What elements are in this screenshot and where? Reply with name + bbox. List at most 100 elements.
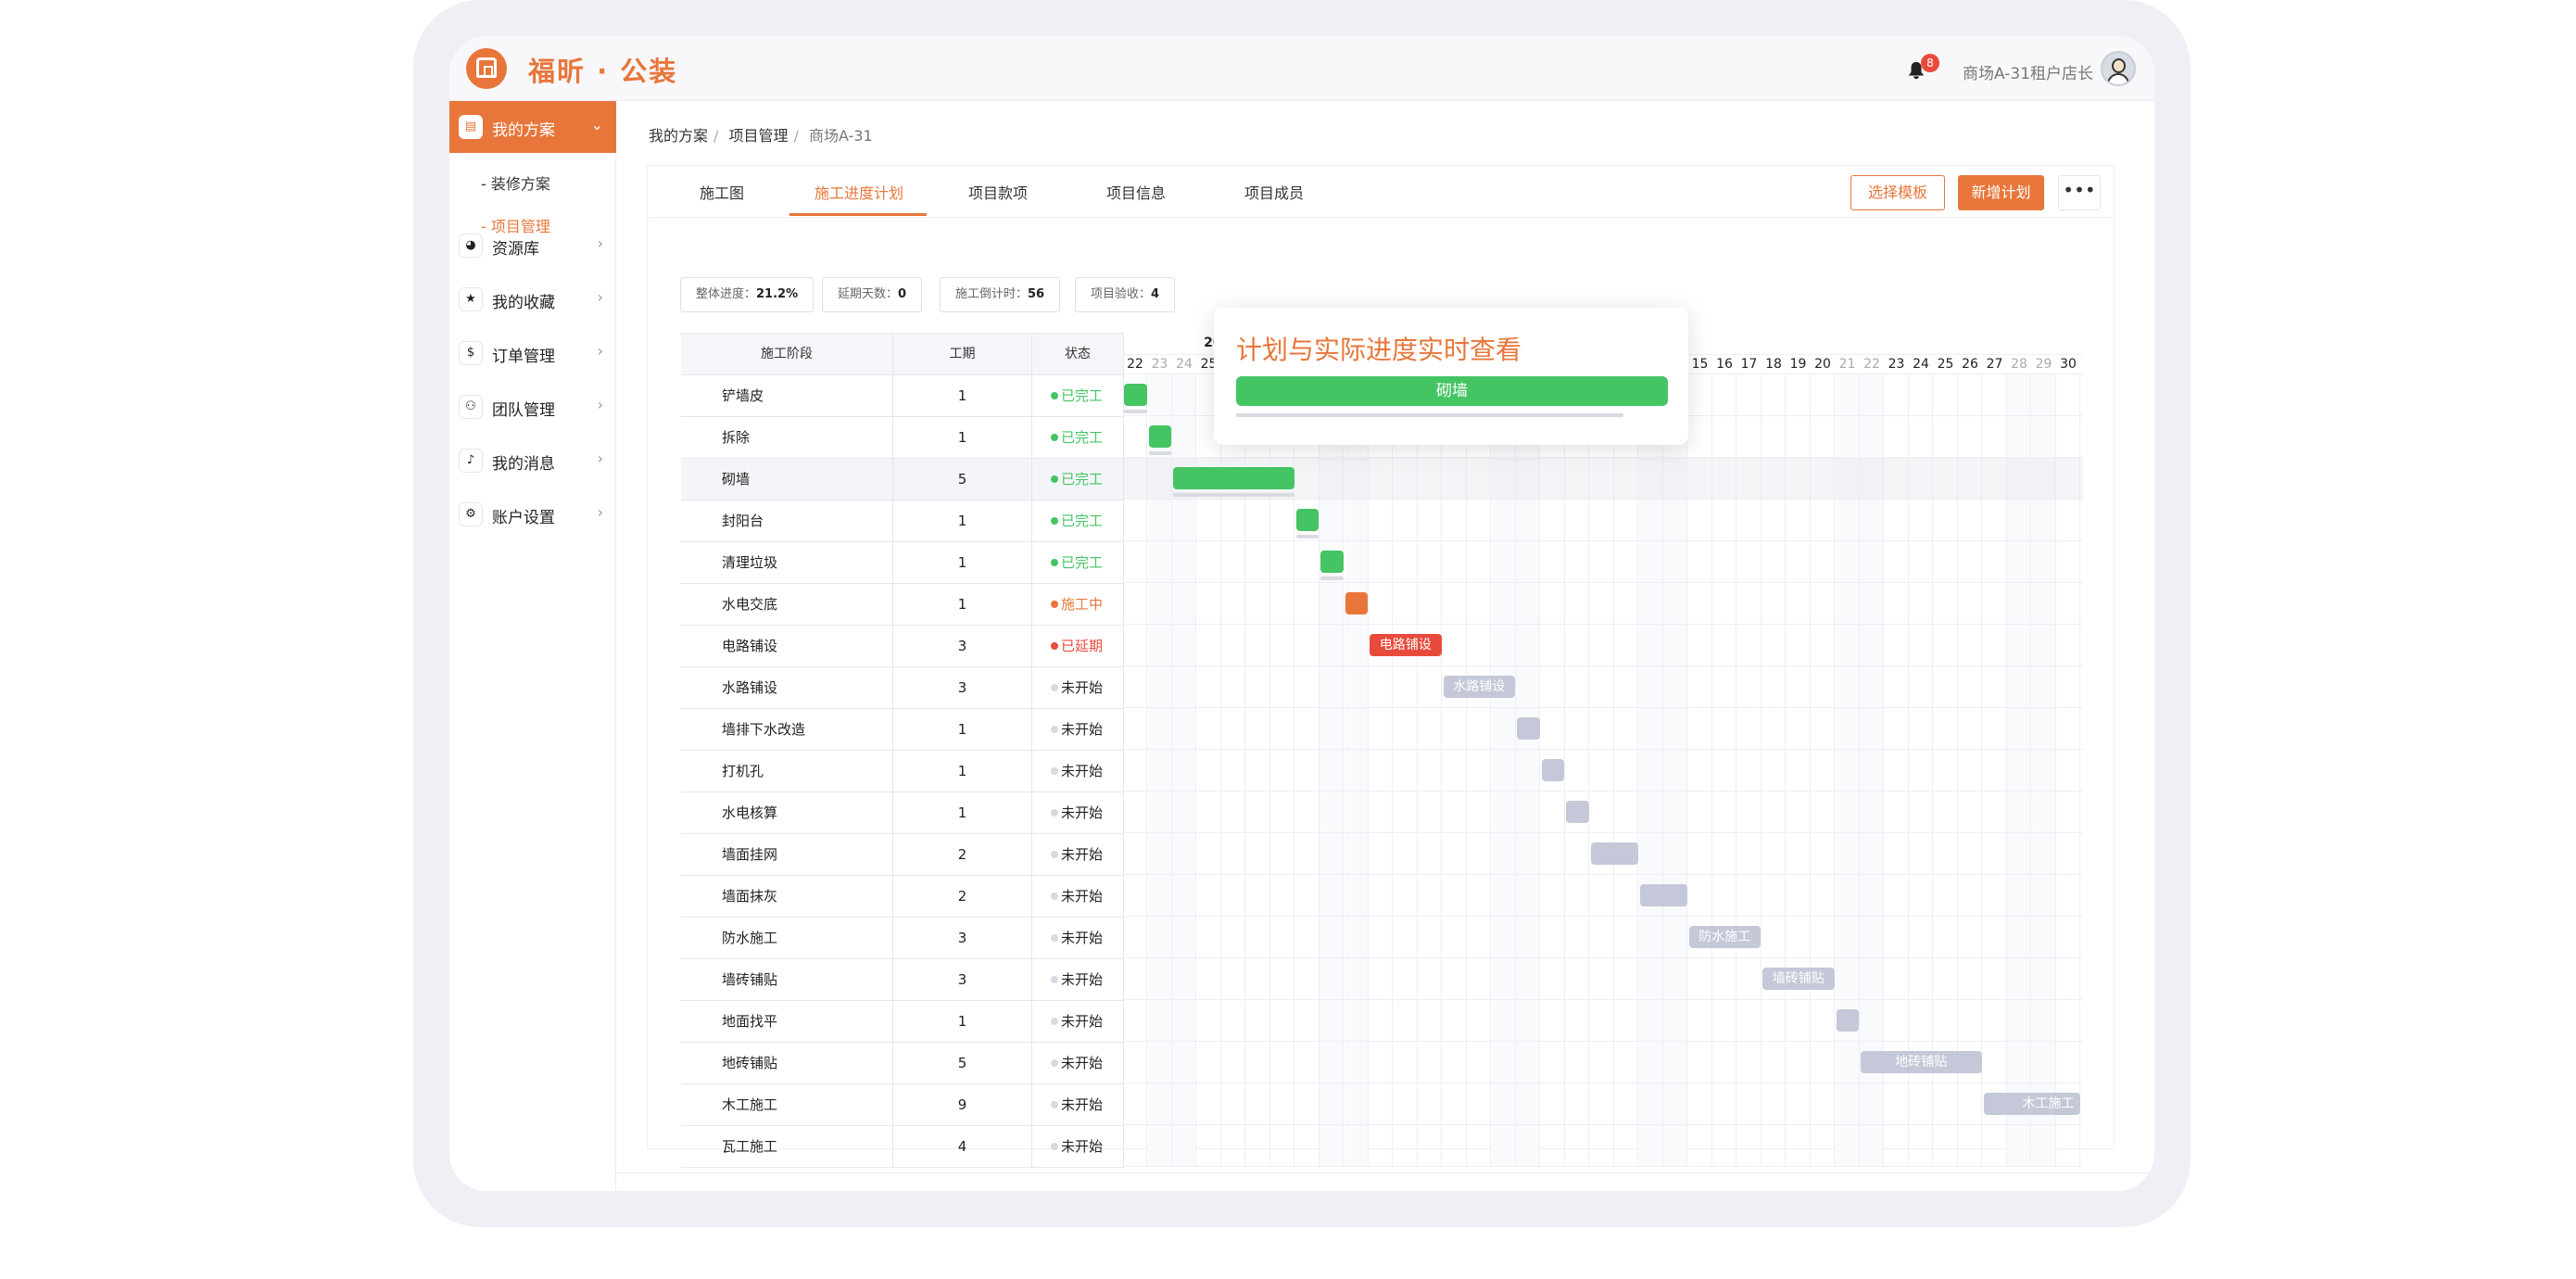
task-table: 施工阶段 工期 状态 铲墙皮 1 已完工 拆除 1 已完工 砌墙 5 已完工 封阳台 1 已完工 清理垃…: [680, 333, 1124, 1168]
status-dot-icon: [1051, 1101, 1058, 1108]
user-name[interactable]: 商场A-31租户店长: [1963, 60, 2093, 83]
table-row: 墙排下水改造 1 未开始: [681, 709, 1124, 751]
status-text: 未开始: [1061, 846, 1104, 863]
avatar[interactable]: [2101, 51, 2136, 86]
status-text: 已完工: [1061, 387, 1104, 404]
gantt-bar[interactable]: [1320, 551, 1344, 573]
select-template-button[interactable]: 选择模板: [1850, 175, 1945, 210]
tab-payments[interactable]: 项目款项: [968, 181, 1028, 203]
breadcrumb-current: 商场A-31: [809, 127, 873, 145]
gantt-bar[interactable]: [1541, 759, 1564, 781]
gantt-bar[interactable]: 水路铺设: [1443, 676, 1515, 698]
table-row: 水电核算 1 未开始: [681, 792, 1124, 834]
top-header: 福昕 · 公装 8 商场A-31租户店长: [449, 36, 2154, 101]
sidebar-item-my-plans[interactable]: ▤ 我的方案 ⌄: [449, 101, 616, 153]
sidebar-subitem[interactable]: - 项目管理: [481, 214, 550, 236]
gantt-bar[interactable]: [1836, 1009, 1859, 1032]
gantt-bar[interactable]: [1148, 425, 1171, 448]
day-label: 24: [1913, 357, 1929, 372]
status-text: 已完工: [1061, 429, 1104, 446]
tab-construction-drawing[interactable]: 施工图: [700, 181, 744, 203]
table-row: 电路铺设 3 已延期: [681, 626, 1124, 667]
day-label: 19: [1789, 357, 1807, 372]
sidebar-item-team[interactable]: ⚇ 团队管理 ›: [449, 383, 616, 427]
stage-status: 未开始: [1032, 792, 1124, 834]
tab-members[interactable]: 项目成员: [1244, 181, 1304, 203]
gantt-bar[interactable]: [1345, 592, 1368, 614]
stage-status: 已完工: [1032, 500, 1124, 542]
gantt-bar[interactable]: 地砖铺贴: [1861, 1051, 1982, 1073]
sidebar-item-dollar[interactable]: $ 订单管理 ›: [449, 329, 616, 374]
stage-status: 未开始: [1032, 1126, 1124, 1168]
chevron-right-icon: ›: [597, 450, 603, 467]
status-text: 未开始: [1061, 930, 1104, 946]
gantt-bar[interactable]: [1295, 509, 1319, 531]
timeline-row-divider: [1123, 957, 2083, 958]
day-label: 30: [2060, 357, 2077, 372]
sidebar-subitem[interactable]: - 装修方案: [481, 171, 550, 194]
tooltip-baseline: [1236, 413, 1623, 417]
breadcrumb-item[interactable]: 我的方案: [649, 127, 708, 145]
dollar-icon: $: [459, 341, 483, 365]
table-row: 水电交底 1 施工中: [681, 584, 1124, 626]
gantt-bar[interactable]: [1566, 801, 1589, 823]
sidebar-item-gear[interactable]: ⚙ 账户设置 ›: [449, 490, 616, 535]
stage-name: 地面找平: [681, 1001, 893, 1043]
day-label: 20: [1814, 357, 1831, 372]
timeline-row-divider: [1123, 1041, 2083, 1042]
gantt-bar[interactable]: [1639, 884, 1687, 906]
sidebar-item-label: 订单管理: [492, 348, 555, 366]
table-row: 封阳台 1 已完工: [681, 500, 1124, 542]
status-text: 未开始: [1061, 804, 1104, 821]
status-dot-icon: [1051, 684, 1058, 691]
gantt-bar[interactable]: 墙砖铺贴: [1762, 968, 1835, 990]
stage-status: 未开始: [1032, 918, 1124, 959]
sidebar-item-star[interactable]: ★ 我的收藏 ›: [449, 275, 616, 320]
tab-project-info[interactable]: 项目信息: [1106, 181, 1166, 203]
planned-baseline: [1320, 576, 1344, 580]
status-dot-icon: [1051, 726, 1058, 733]
timeline-row-divider: [1123, 749, 2083, 750]
breadcrumb-item[interactable]: 项目管理: [729, 127, 789, 145]
gantt-bar[interactable]: 防水施工: [1688, 926, 1761, 948]
day-label: 15: [1691, 357, 1709, 372]
stage-duration: 4: [893, 1126, 1032, 1168]
status-text: 未开始: [1061, 888, 1104, 905]
day-label: 17: [1740, 357, 1758, 372]
chevron-right-icon: ›: [597, 503, 603, 521]
gantt-bar[interactable]: [1590, 842, 1638, 865]
stage-duration: 5: [893, 459, 1032, 500]
chevron-right-icon: ›: [597, 288, 603, 306]
gantt-bar[interactable]: [1173, 467, 1294, 489]
stage-status: 已完工: [1032, 542, 1124, 584]
status-dot-icon: [1051, 1143, 1058, 1150]
tab-schedule[interactable]: 施工进度计划: [814, 181, 903, 203]
sidebar-item-label: 团队管理: [492, 401, 555, 420]
more-options-button[interactable]: •••: [2058, 175, 2101, 210]
stage-name: 拆除: [681, 417, 893, 459]
gantt-bar[interactable]: [1517, 717, 1540, 740]
brand-name: 福昕 · 公装: [528, 56, 678, 87]
table-row: 打机孔 1 未开始: [681, 751, 1124, 792]
table-row: 地面找平 1 未开始: [681, 1001, 1124, 1043]
add-plan-button[interactable]: 新增计划: [1958, 175, 2044, 210]
gantt-bar[interactable]: [1124, 384, 1147, 406]
status-dot-icon: [1051, 1059, 1058, 1067]
day-label: 24: [1176, 357, 1193, 372]
gantt-bar[interactable]: 电路铺设: [1370, 634, 1442, 656]
gantt-bar[interactable]: 木工施工: [1983, 1093, 2080, 1115]
table-row: 防水施工 3 未开始: [681, 918, 1124, 959]
sidebar-item-bell[interactable]: ♪ 我的消息 ›: [449, 437, 616, 481]
table-row: 清理垃圾 1 已完工: [681, 542, 1124, 584]
timeline-chart: 2223242526272829301234567891011121314151…: [1123, 333, 2083, 1167]
tooltip-title: 计划与实际进度实时查看: [1236, 335, 1522, 365]
progress-tooltip: 计划与实际进度实时查看 砌墙: [1214, 308, 1688, 445]
status-text: 未开始: [1061, 721, 1104, 738]
stage-duration: 1: [893, 500, 1032, 542]
timeline-row-divider: [1123, 540, 2083, 541]
footer-divider: [616, 1172, 2154, 1173]
day-label: 27: [1986, 357, 2003, 372]
status-text: 未开始: [1061, 1138, 1104, 1155]
stage-status: 未开始: [1032, 1043, 1124, 1084]
gantt-chart: 施工阶段 工期 状态 铲墙皮 1 已完工 拆除 1 已完工 砌墙 5 已完工 封阳台 1 已完工 清理垃…: [680, 333, 2103, 1168]
